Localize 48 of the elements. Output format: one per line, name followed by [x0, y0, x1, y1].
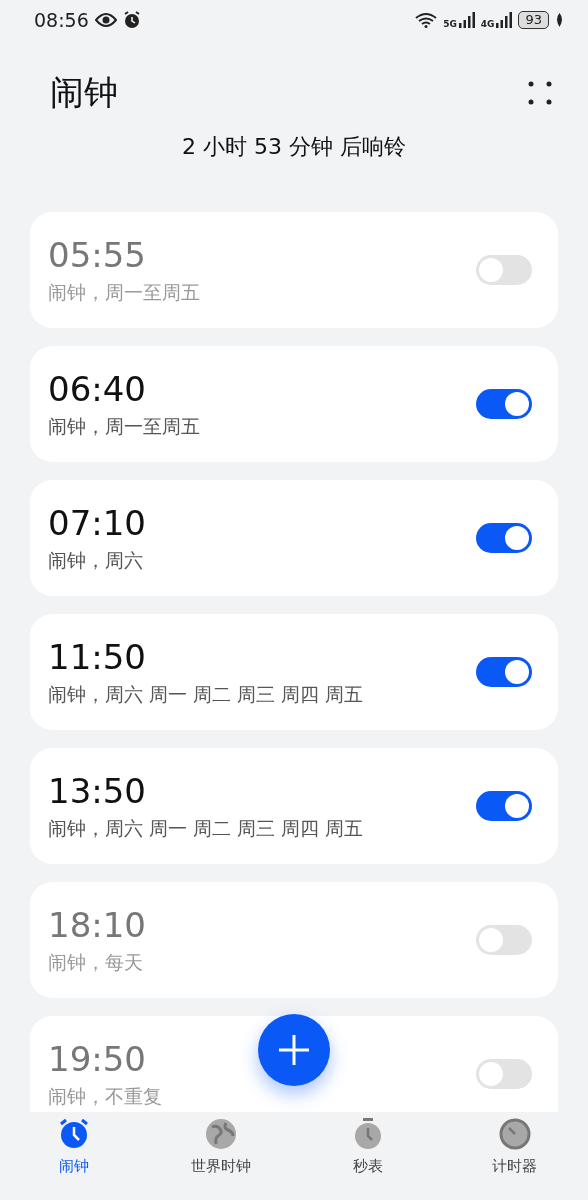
alarm-repeat: 闹钟，周一至周五 — [48, 280, 200, 305]
alarm-repeat: 闹钟，周六 — [48, 548, 144, 573]
alarm-card[interactable]: 19:50 闹钟，不重复 — [30, 1016, 558, 1112]
eye-icon — [94, 13, 117, 27]
signal-icon — [458, 12, 475, 28]
page-title: 闹钟 — [50, 71, 118, 114]
nav-tab[interactable]: 世界时钟 — [160, 1116, 281, 1177]
alarm-switch[interactable] — [476, 925, 532, 955]
leaf-icon — [555, 13, 564, 27]
network-label: 5G — [443, 19, 457, 29]
alarm-time: 19:50 — [48, 1038, 147, 1080]
alarm-time: 18:10 — [48, 904, 146, 946]
signal-icon — [496, 12, 513, 28]
alarm-repeat: 闹钟，每天 — [48, 950, 144, 975]
timer-icon — [497, 1117, 532, 1151]
next-alarm-text: 2 小时 53 分钟 后响铃 — [181, 133, 407, 161]
alarm-switch[interactable] — [476, 657, 532, 687]
alarm-card[interactable]: 05:55 闹钟，周一至周五 — [30, 212, 558, 328]
alarm-switch[interactable] — [476, 523, 532, 553]
alarm-card[interactable]: 06:40 闹钟，周一至周五 — [30, 346, 558, 462]
alarm-time: 13:50 — [48, 770, 147, 812]
nav-tab[interactable]: 秒表 — [307, 1116, 428, 1177]
alarm-switch[interactable] — [476, 791, 532, 821]
alarm-time: 06:40 — [48, 368, 147, 410]
alarm-repeat: 闹钟，周六 周一 周二 周三 周四 周五 — [48, 682, 364, 707]
wifi-icon — [415, 12, 438, 28]
nav-tab[interactable]: 闹钟 — [13, 1116, 134, 1177]
alarm-card[interactable]: 18:10 闹钟，每天 — [30, 882, 558, 998]
alarm-card[interactable]: 13:50 闹钟，周六 周一 周二 周三 周四 周五 — [30, 748, 558, 864]
alarm-card[interactable]: 07:10 闹钟，周六 — [30, 480, 558, 596]
alarm-time: 07:10 — [48, 502, 146, 544]
alarm-switch[interactable] — [476, 255, 532, 285]
more-icon[interactable] — [528, 81, 552, 105]
alarm-card[interactable]: 11:50 闹钟，周六 周一 周二 周三 周四 周五 — [30, 614, 558, 730]
alarm-repeat: 闹钟，周一至周五 — [48, 414, 200, 439]
battery-level: 93 — [518, 11, 549, 29]
alarm-time: 11:50 — [48, 636, 147, 678]
network-label: 4G — [480, 19, 495, 29]
alarm-time: 05:55 — [48, 234, 147, 276]
nav-tab[interactable]: 计时器 — [454, 1116, 575, 1177]
alarm-switch[interactable] — [476, 389, 532, 419]
alarm-clock-icon — [122, 11, 141, 29]
alarm-repeat: 闹钟，不重复 — [48, 1084, 162, 1109]
globe-icon — [203, 1117, 238, 1151]
plus-icon — [278, 1034, 310, 1066]
alarm-repeat: 闹钟，周六 周一 周二 周三 周四 周五 — [48, 816, 364, 841]
status-time: 08:56 — [34, 9, 89, 31]
alarm-switch[interactable] — [476, 1059, 532, 1089]
